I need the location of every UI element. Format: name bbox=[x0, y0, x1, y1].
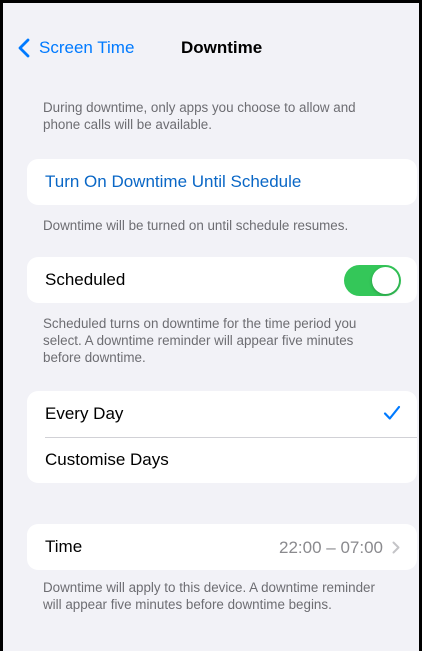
navigation-bar: Screen Time Downtime bbox=[3, 3, 419, 91]
intro-footnote: During downtime, only apps you choose to… bbox=[43, 100, 356, 132]
scheduled-toggle[interactable] bbox=[344, 265, 401, 296]
page-title: Downtime bbox=[181, 38, 263, 57]
scheduled-label: Scheduled bbox=[45, 270, 126, 289]
chevron-left-icon bbox=[18, 38, 30, 58]
customise-days-label: Customise Days bbox=[45, 450, 169, 469]
checkmark-icon bbox=[383, 405, 401, 420]
scheduled-row: Scheduled bbox=[27, 257, 417, 303]
chevron-right-icon bbox=[392, 541, 400, 554]
time-label: Time bbox=[45, 537, 83, 556]
screen: Screen Time Downtime During downtime, on… bbox=[3, 3, 419, 651]
scheduled-footnote: Scheduled turns on downtime for the time… bbox=[43, 316, 357, 365]
time-footnote: Downtime will apply to this device. A do… bbox=[43, 580, 375, 612]
turn-on-downtime-label: Turn On Downtime Until Schedule bbox=[45, 172, 302, 191]
every-day-label: Every Day bbox=[45, 404, 124, 423]
turn-on-downtime-button[interactable]: Turn On Downtime Until Schedule bbox=[27, 159, 417, 205]
turn-on-footnote: Downtime will be turned on until schedul… bbox=[43, 218, 349, 233]
back-button[interactable]: Screen Time bbox=[18, 38, 134, 58]
customise-days-option[interactable]: Customise Days bbox=[27, 437, 417, 483]
time-row[interactable]: Time 22:00 – 07:00 bbox=[27, 524, 417, 570]
time-value: 22:00 – 07:00 bbox=[279, 538, 383, 557]
every-day-option[interactable]: Every Day bbox=[27, 391, 417, 437]
turn-on-card: Turn On Downtime Until Schedule bbox=[27, 159, 417, 205]
scheduled-card: Scheduled bbox=[27, 257, 417, 303]
days-card: Every Day Customise Days bbox=[27, 391, 417, 483]
back-button-label: Screen Time bbox=[39, 38, 135, 57]
toggle-knob bbox=[372, 267, 399, 294]
time-card: Time 22:00 – 07:00 bbox=[27, 524, 417, 570]
